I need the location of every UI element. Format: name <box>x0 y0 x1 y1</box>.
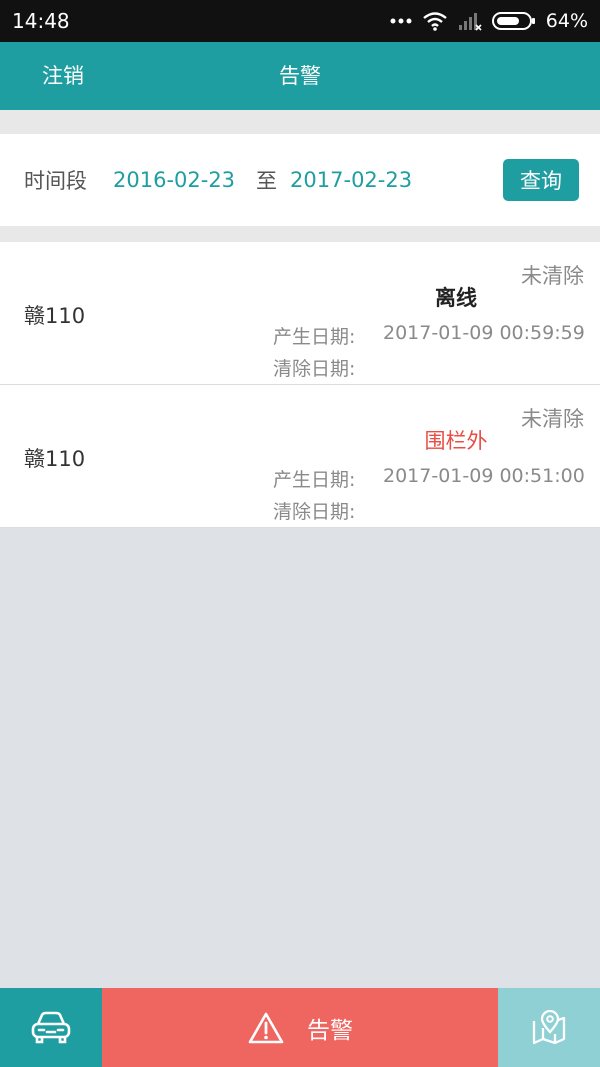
warning-triangle-icon <box>248 1012 284 1043</box>
more-dots-icon <box>390 18 412 24</box>
tab-map[interactable] <box>498 988 600 1067</box>
created-date-label: 产生日期: <box>273 326 356 348</box>
logout-button[interactable]: 注销 <box>42 42 84 110</box>
bottom-tab-bar: 告警 <box>0 988 600 1067</box>
signal-icon <box>458 13 482 31</box>
cleared-date-label: 清除日期: <box>273 358 356 380</box>
tab-vehicles[interactable] <box>0 988 102 1067</box>
alarm-type: 离线 <box>435 286 477 310</box>
alarm-list-item[interactable]: 赣110 未清除 围栏外 产生日期: 2017-01-09 00:51:00 清… <box>0 385 600 528</box>
cleared-date-label: 清除日期: <box>273 501 356 523</box>
map-pin-icon <box>532 1009 566 1044</box>
tab-alarms-label: 告警 <box>307 1017 353 1044</box>
page-title: 告警 <box>279 64 321 88</box>
created-date-label: 产生日期: <box>273 469 356 491</box>
alarm-type: 围栏外 <box>424 429 488 453</box>
section-divider <box>0 110 600 134</box>
app-header: 告警 注销 <box>0 42 600 110</box>
status-indicators: 64% <box>390 10 588 32</box>
tab-alarms[interactable]: 告警 <box>102 988 498 1067</box>
vehicle-plate: 赣110 <box>24 447 86 471</box>
status-time: 14:48 <box>12 9 70 33</box>
start-date-picker[interactable]: 2016-02-23 <box>113 168 235 192</box>
created-date-value: 2017-01-09 00:59:59 <box>383 322 585 344</box>
created-date-value: 2017-01-09 00:51:00 <box>383 465 585 487</box>
query-button[interactable]: 查询 <box>503 159 579 201</box>
section-divider <box>0 226 600 242</box>
alarm-list: 赣110 未清除 离线 产生日期: 2017-01-09 00:59:59 清除… <box>0 242 600 528</box>
battery-level: 64% <box>545 10 588 32</box>
date-range-filter: 时间段 2016-02-23 至 2017-02-23 查询 <box>0 134 600 226</box>
status-bar: 14:48 64% <box>0 0 600 42</box>
to-label: 至 <box>256 169 278 193</box>
battery-icon <box>491 12 535 30</box>
wifi-icon <box>423 12 447 31</box>
car-icon <box>31 1011 71 1043</box>
end-date-picker[interactable]: 2017-02-23 <box>290 168 412 192</box>
vehicle-plate: 赣110 <box>24 304 86 328</box>
alarm-list-item[interactable]: 赣110 未清除 离线 产生日期: 2017-01-09 00:59:59 清除… <box>0 242 600 385</box>
time-range-label: 时间段 <box>24 169 87 193</box>
